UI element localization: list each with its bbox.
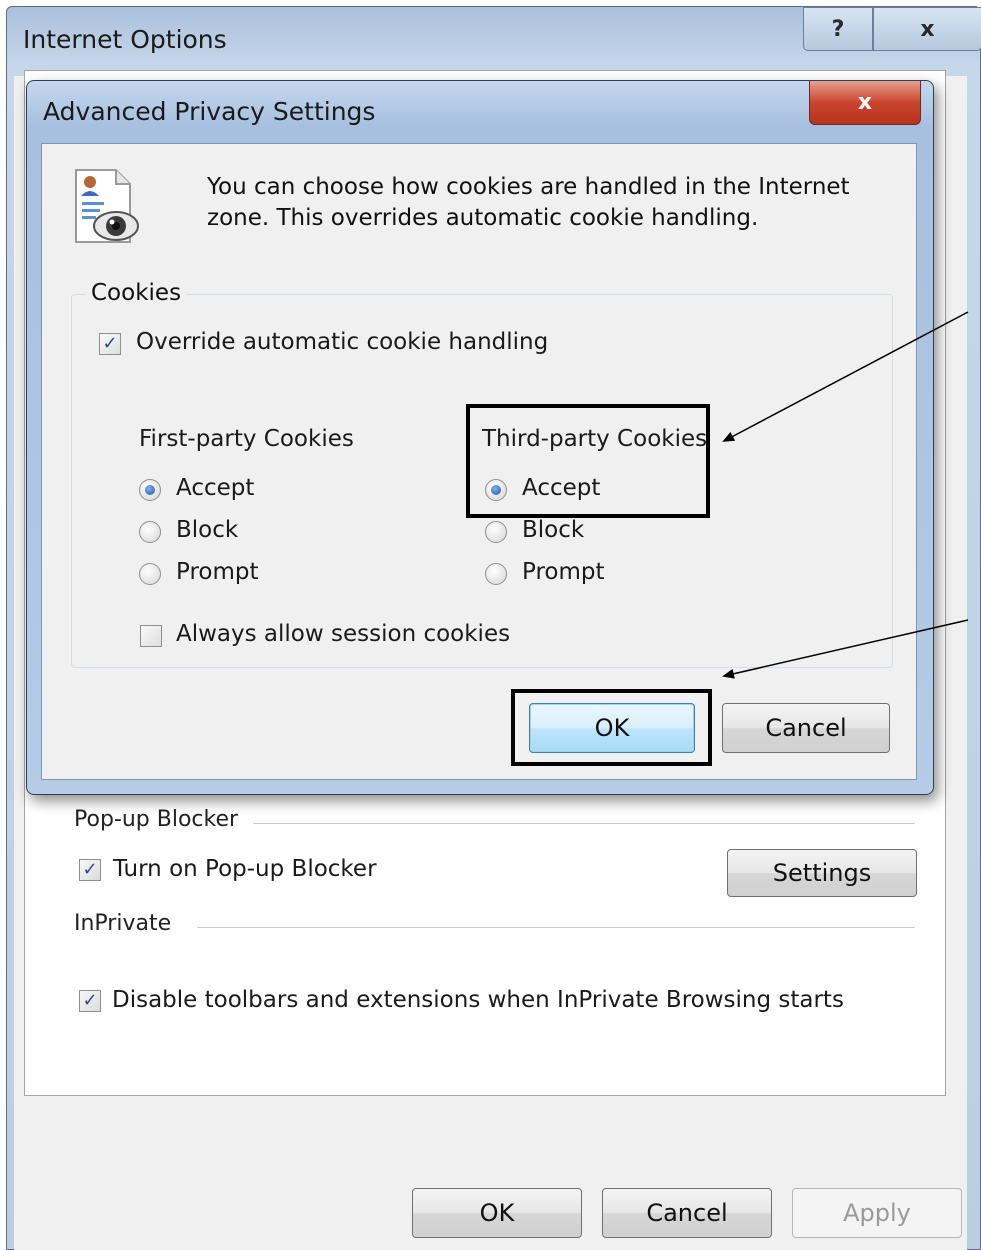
- arrow-to-ok-button: [722, 619, 969, 679]
- arrow-to-third-party: [722, 311, 969, 442]
- annotation-arrows: [722, 311, 969, 679]
